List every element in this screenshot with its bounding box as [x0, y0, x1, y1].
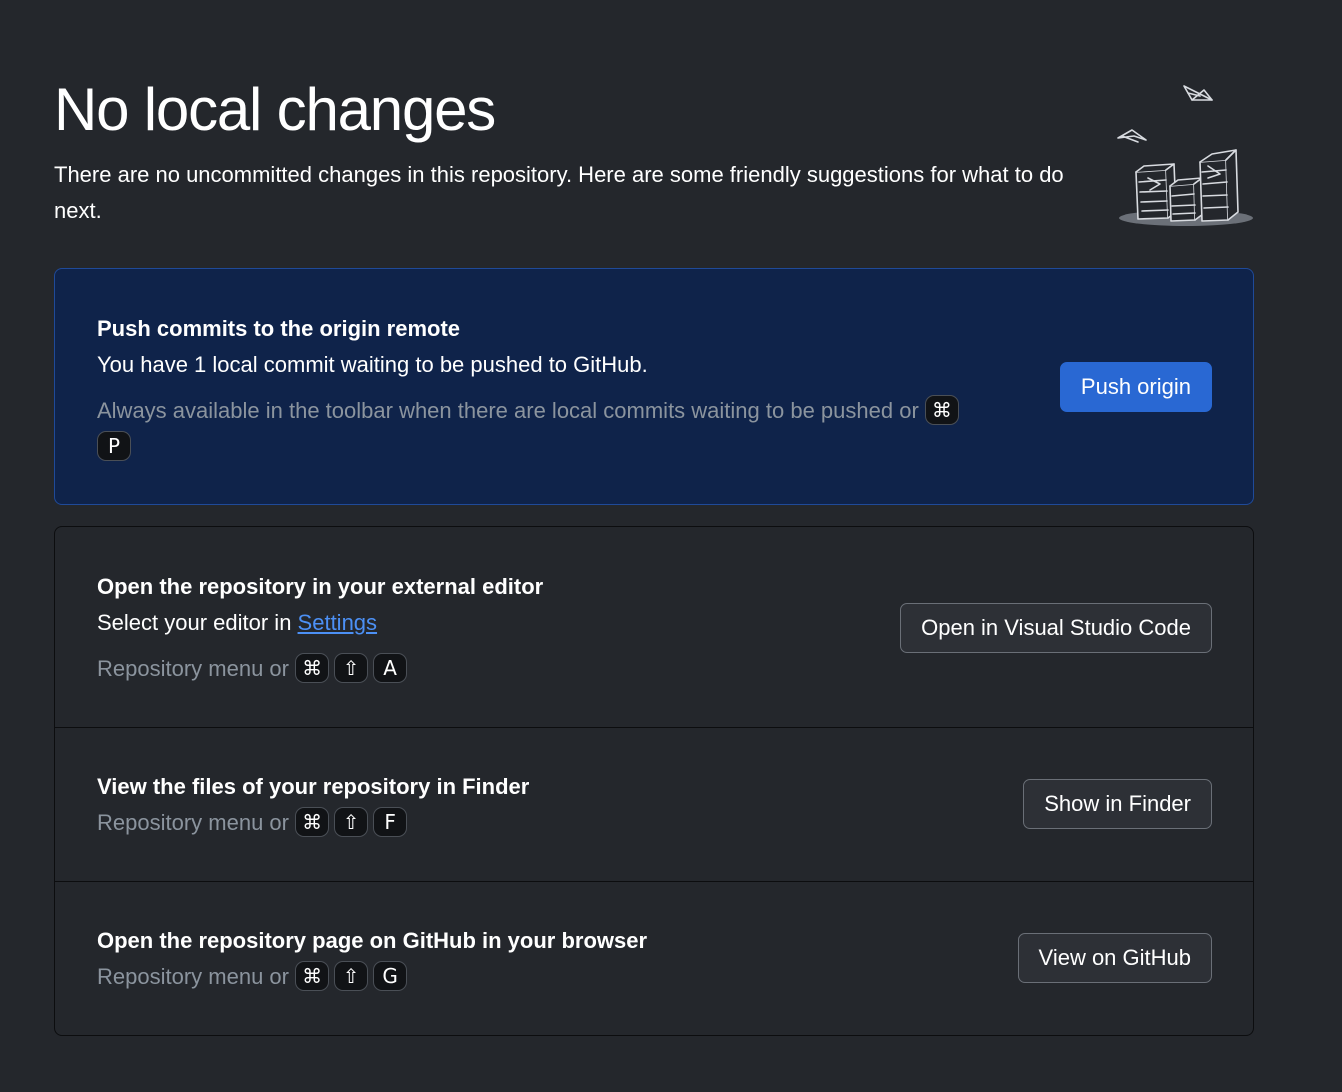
- view-on-github-button[interactable]: View on GitHub: [1017, 933, 1212, 983]
- page-title: No local changes: [54, 76, 496, 143]
- push-card-description: You have 1 local commit waiting to be pu…: [97, 352, 648, 377]
- open-editor-description: Select your editor in Settings: [97, 605, 377, 641]
- settings-link[interactable]: Settings: [298, 610, 378, 635]
- push-card-hint: Always available in the toolbar when the…: [97, 393, 977, 465]
- paper-stacks-illustration-icon: [1117, 85, 1253, 226]
- command-key-icon: ⌘: [295, 807, 330, 837]
- push-card-heading: Push commits to the origin remote: [97, 316, 461, 341]
- show-in-finder-heading: View the files of your repository in Fin…: [97, 774, 530, 799]
- command-key-icon: ⌘: [295, 653, 330, 683]
- key-g: G: [373, 961, 408, 991]
- push-origin-button[interactable]: Push origin: [1059, 362, 1212, 412]
- show-in-finder-hint: Repository menu or ⌘ ⇧ F: [97, 805, 412, 841]
- command-key-icon: ⌘: [295, 961, 330, 991]
- view-on-github-hint: Repository menu or ⌘ ⇧ G: [97, 959, 412, 995]
- shift-key-icon: ⇧: [334, 961, 369, 991]
- key-f: F: [373, 807, 408, 837]
- view-on-github-hint-text: Repository menu or: [97, 964, 289, 989]
- shift-key-icon: ⇧: [334, 653, 369, 683]
- open-editor-row: Open the repository in your external edi…: [55, 527, 1253, 727]
- show-in-finder-hint-text: Repository menu or: [97, 810, 289, 835]
- no-changes-view: No local changes There are no uncommitte…: [0, 0, 1342, 1092]
- view-on-github-row: Open the repository page on GitHub in yo…: [55, 882, 1253, 1035]
- show-in-finder-button[interactable]: Show in Finder: [1023, 779, 1212, 829]
- open-editor-hint-text: Repository menu or: [97, 656, 289, 681]
- open-editor-hint: Repository menu or ⌘ ⇧ A: [97, 651, 412, 687]
- open-in-vscode-button[interactable]: Open in Visual Studio Code: [900, 603, 1212, 653]
- push-commits-card: Push commits to the origin remote You ha…: [54, 268, 1254, 505]
- shift-key-icon: ⇧: [334, 807, 369, 837]
- show-in-finder-row: View the files of your repository in Fin…: [55, 728, 1253, 881]
- page-subtitle: There are no uncommitted changes in this…: [54, 162, 1064, 223]
- key-p: P: [97, 431, 131, 461]
- open-editor-description-text: Select your editor in: [97, 610, 298, 635]
- command-key-icon: ⌘: [924, 395, 959, 425]
- key-a: A: [373, 653, 408, 683]
- suggestions-card: Open the repository in your external edi…: [54, 526, 1254, 1036]
- push-card-hint-text: Always available in the toolbar when the…: [97, 398, 919, 423]
- open-editor-heading: Open the repository in your external edi…: [97, 574, 544, 599]
- view-on-github-heading: Open the repository page on GitHub in yo…: [97, 928, 648, 953]
